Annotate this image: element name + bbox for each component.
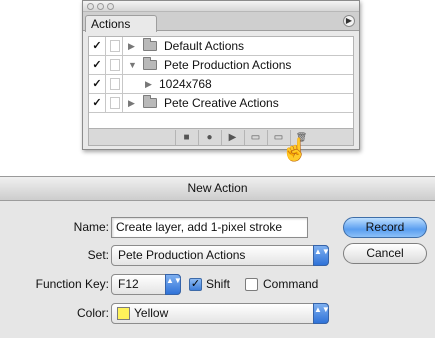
action-set-row[interactable]: ✓ ▼ Pete Production Actions: [89, 56, 353, 75]
function-key-select[interactable]: F12 ▲▼: [111, 274, 182, 295]
popup-arrows-icon: ▲▼: [313, 303, 330, 324]
action-set-label: Pete Production Actions: [164, 58, 292, 72]
action-set-label: Pete Creative Actions: [164, 96, 279, 110]
action-set-row[interactable]: ✓ ▶ Pete Creative Actions: [89, 94, 353, 113]
stop-button[interactable]: ■: [175, 130, 197, 145]
shift-checkbox[interactable]: ✓: [189, 278, 202, 291]
expand-triangle-icon[interactable]: ▼: [128, 56, 137, 74]
function-key-label: Function Key:: [35, 277, 109, 291]
color-swatch: [117, 307, 130, 320]
dialog-toggle[interactable]: [107, 56, 123, 74]
close-circle-icon[interactable]: [87, 3, 94, 10]
actions-toolbar: ■ ● ▶ ▭ ▭ 🗑: [88, 128, 354, 146]
hand-cursor-icon: ☝: [281, 137, 309, 162]
tab-strip: Actions: [83, 12, 359, 32]
toggle-check-icon[interactable]: ✓: [89, 94, 106, 112]
toggle-check-icon[interactable]: ✓: [89, 37, 106, 55]
color-select[interactable]: Yellow ▲▼: [111, 303, 330, 324]
toggle-check-icon[interactable]: ✓: [89, 75, 106, 93]
shift-label: Shift: [206, 277, 231, 291]
zoom-circle-icon[interactable]: [107, 3, 114, 10]
folder-icon: [143, 57, 157, 70]
cancel-button[interactable]: Cancel: [343, 243, 427, 264]
expand-triangle-icon[interactable]: ▶: [128, 37, 135, 55]
action-label: 1024x768: [159, 77, 212, 91]
panel-titlebar[interactable]: [83, 1, 359, 12]
toggle-check-icon[interactable]: ✓: [89, 56, 106, 74]
action-row[interactable]: ✓ ▶ 1024x768: [89, 75, 353, 94]
tab-actions[interactable]: Actions: [85, 15, 157, 32]
action-set-label: Default Actions: [164, 39, 245, 53]
command-checkbox[interactable]: [245, 278, 258, 291]
color-label: Color:: [76, 306, 109, 320]
panel-menu-icon[interactable]: ▶: [343, 15, 355, 27]
expand-triangle-icon[interactable]: ▶: [128, 94, 135, 112]
dialog-toggle[interactable]: [107, 94, 123, 112]
record-button[interactable]: ●: [198, 130, 220, 145]
dialog-toggle[interactable]: [107, 75, 123, 93]
action-set-row[interactable]: ✓ ▶ Default Actions: [89, 37, 353, 56]
set-select[interactable]: Pete Production Actions ▲▼: [111, 245, 330, 266]
record-button[interactable]: Record: [343, 217, 427, 238]
dialog-title: New Action: [0, 177, 435, 201]
play-button[interactable]: ▶: [221, 130, 243, 145]
function-key-value: F12: [118, 277, 139, 291]
command-label: Command: [263, 277, 319, 291]
name-label: Name:: [73, 220, 109, 234]
actions-panel: Actions ▶ ✓ ▶ Default Actions ✓ ▼ Pete P…: [82, 0, 360, 150]
folder-icon: [143, 95, 157, 108]
set-select-value: Pete Production Actions: [118, 248, 246, 262]
name-field[interactable]: Create layer, add 1-pixel stroke: [111, 217, 308, 238]
minimize-circle-icon[interactable]: [97, 3, 104, 10]
popup-arrows-icon: ▲▼: [313, 245, 330, 266]
dialog-toggle[interactable]: [107, 37, 123, 55]
new-set-button[interactable]: ▭: [244, 130, 266, 145]
color-select-value: Yellow: [134, 306, 169, 320]
new-action-dialog: New Action Name: Create layer, add 1-pix…: [0, 176, 435, 338]
expand-triangle-icon[interactable]: ▶: [145, 75, 152, 93]
actions-list: ✓ ▶ Default Actions ✓ ▼ Pete Production …: [88, 36, 354, 136]
folder-icon: [143, 38, 157, 51]
popup-arrows-icon: ▲▼: [165, 274, 182, 295]
set-label: Set:: [87, 248, 109, 262]
